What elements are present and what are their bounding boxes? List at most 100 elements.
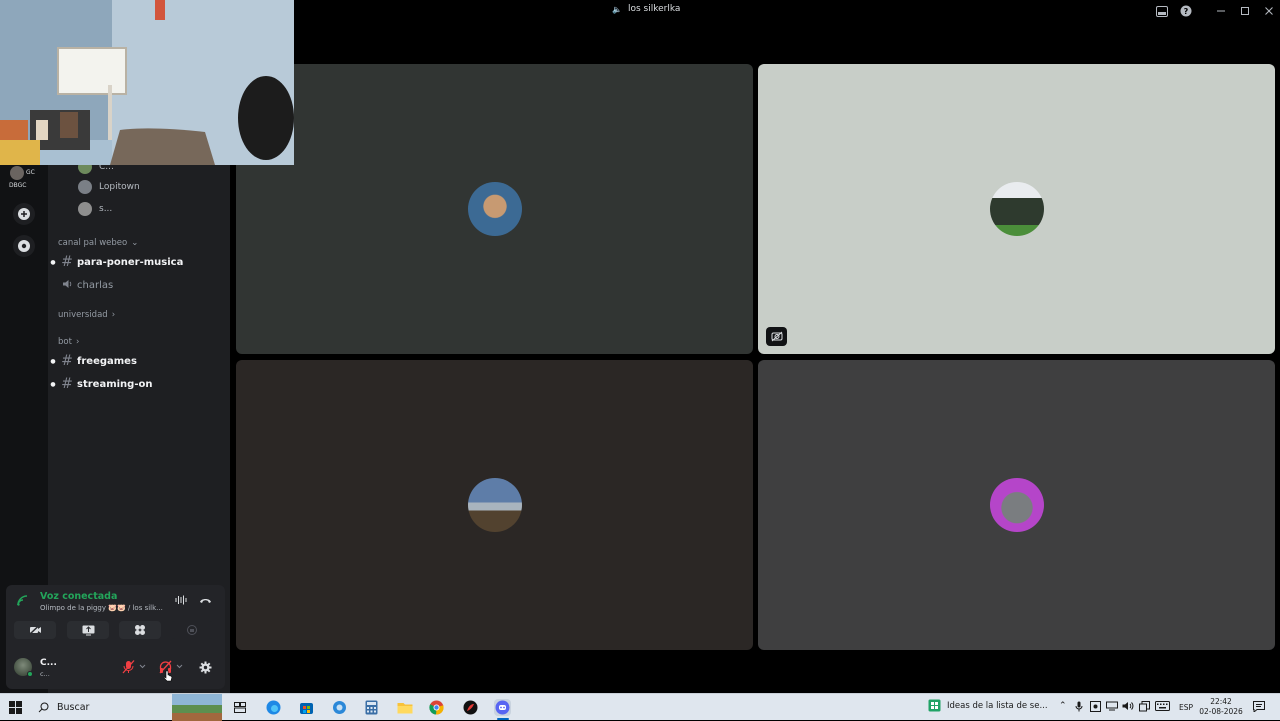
sheets-icon — [928, 699, 941, 712]
channel-name: freegames — [77, 355, 137, 367]
voice-user-name: Lopitown — [99, 182, 140, 192]
store-icon[interactable] — [298, 699, 315, 716]
video-tile[interactable] — [236, 64, 753, 354]
volume-icon[interactable] — [1122, 701, 1134, 714]
category-label: bot — [58, 337, 72, 347]
voice-channel-path[interactable]: Olimpo de la piggy 🐷🐷 / los silk... — [40, 604, 163, 612]
add-server-icon[interactable] — [13, 203, 35, 225]
maximize-icon[interactable] — [1237, 3, 1253, 19]
mute-button[interactable] — [122, 660, 146, 677]
help-icon[interactable]: ? — [1178, 3, 1194, 19]
soundboard-button[interactable] — [171, 621, 213, 639]
voice-channel-icon — [58, 277, 76, 293]
clock-date: 02-08-2026 — [1199, 707, 1243, 716]
category-canal-pal-webeo[interactable]: canal pal webeo ⌄ — [58, 238, 138, 248]
microphone-icon[interactable] — [1075, 701, 1083, 715]
voice-user-avatar — [78, 180, 92, 194]
camera-off-button[interactable] — [14, 621, 56, 639]
video-tile[interactable] — [758, 64, 1275, 354]
text-channel-icon: # — [61, 376, 73, 392]
chevron-right-icon: › — [75, 337, 80, 347]
clock-time: 22:42 — [1210, 697, 1232, 706]
channel-name: streaming-on — [77, 378, 153, 390]
channel-para-poner-musica[interactable]: ● # para-poner-musica — [48, 252, 222, 272]
notifications-icon[interactable] — [1253, 701, 1265, 715]
voice-user-name: s... — [99, 204, 113, 214]
taskbar-active-window[interactable]: Ideas de la lista de se... — [928, 699, 1048, 712]
participant-avatar — [989, 478, 1044, 532]
microphone-muted-icon — [122, 660, 146, 674]
disconnect-icon[interactable] — [199, 594, 212, 607]
category-universidad[interactable]: universidad › — [58, 310, 115, 320]
keyboard-icon[interactable] — [1155, 701, 1170, 714]
voice-user[interactable]: s... — [78, 200, 112, 218]
windows-start-icon[interactable] — [9, 701, 22, 714]
activities-button[interactable] — [119, 621, 161, 639]
search-highlight-image[interactable] — [172, 694, 222, 721]
camera-off-icon — [766, 327, 787, 346]
share-screen-button[interactable] — [67, 621, 109, 639]
online-status-badge — [27, 671, 33, 677]
server-folder-label: DBGC — [9, 182, 27, 189]
chevron-up-icon[interactable]: ⌃ — [1059, 701, 1067, 711]
voice-user[interactable]: Lopitown — [78, 178, 140, 196]
webcam-feed-image — [0, 0, 294, 165]
discord-icon[interactable] — [494, 699, 511, 716]
file-explorer-icon[interactable] — [396, 699, 413, 716]
text-channel-icon: # — [61, 254, 73, 270]
app-icon[interactable] — [331, 699, 348, 716]
channel-name: charlas — [77, 279, 114, 291]
category-label: universidad — [58, 310, 108, 320]
taskbar: Buscar Ideas de la lista de se... ⌃ ESP … — [0, 693, 1280, 721]
video-tile[interactable] — [236, 360, 753, 650]
calculator-icon[interactable] — [363, 699, 380, 716]
edge-icon[interactable] — [265, 699, 282, 716]
category-label: canal pal webeo — [58, 238, 128, 248]
webcam-overlay — [0, 0, 294, 165]
network-icon[interactable] — [1106, 701, 1118, 714]
system-clock[interactable]: 22:42 02-08-2026 — [1198, 697, 1244, 717]
speaker-icon: 🔈 — [612, 4, 622, 14]
svg-text:?: ? — [1184, 7, 1189, 16]
close-icon[interactable] — [1261, 3, 1277, 19]
server-avatar[interactable] — [10, 166, 24, 180]
mouse-cursor-icon — [163, 667, 173, 686]
voice-status: Voz conectada — [40, 591, 118, 602]
chevron-down-icon: ⌄ — [131, 238, 139, 248]
app-dark-icon[interactable] — [462, 699, 479, 716]
share-screen-icon — [82, 625, 94, 635]
voice-connection-panel: Voz conectada Olimpo de la piggy 🐷🐷 / lo… — [6, 585, 225, 689]
category-bot[interactable]: bot › — [58, 337, 79, 347]
window-title: 🔈 los silkerlka — [612, 4, 680, 14]
task-view-icon[interactable] — [231, 699, 248, 716]
chrome-icon[interactable] — [428, 699, 445, 716]
display-icon[interactable] — [1139, 701, 1150, 715]
channel-freegames[interactable]: ● # freegames — [48, 351, 222, 371]
voice-user-avatar — [78, 202, 92, 216]
unread-dot-icon: ● — [50, 380, 56, 388]
user-tag: c... — [40, 670, 50, 678]
channel-charlas[interactable]: charlas — [48, 275, 222, 295]
video-tile[interactable] — [758, 360, 1275, 650]
activities-icon — [135, 625, 145, 635]
inbox-icon[interactable] — [1154, 3, 1170, 19]
noise-suppression-icon[interactable] — [175, 595, 187, 608]
window-title-text: los silkerlka — [627, 4, 681, 14]
settings-button[interactable] — [199, 661, 212, 677]
channel-streaming-on[interactable]: ● # streaming-on — [48, 374, 222, 394]
connection-signal-icon[interactable] — [17, 595, 29, 609]
input-language[interactable]: ESP — [1179, 703, 1193, 712]
server-badge: GC — [26, 169, 35, 176]
search-icon — [38, 702, 49, 713]
channel-name: para-poner-musica — [77, 256, 184, 268]
discord-window: 🔈 los silkerlka ? GC DBGC C... Lopitown … — [0, 0, 1280, 693]
chevron-right-icon: › — [111, 310, 116, 320]
soundboard-icon — [187, 625, 197, 635]
participant-avatar — [467, 182, 522, 236]
participant-avatar — [467, 478, 522, 532]
minimize-icon[interactable] — [1213, 3, 1229, 19]
user-name[interactable]: C... — [40, 658, 57, 668]
battery-saver-icon[interactable] — [1090, 701, 1101, 715]
camera-off-icon — [28, 625, 41, 635]
discover-icon[interactable] — [13, 235, 35, 257]
